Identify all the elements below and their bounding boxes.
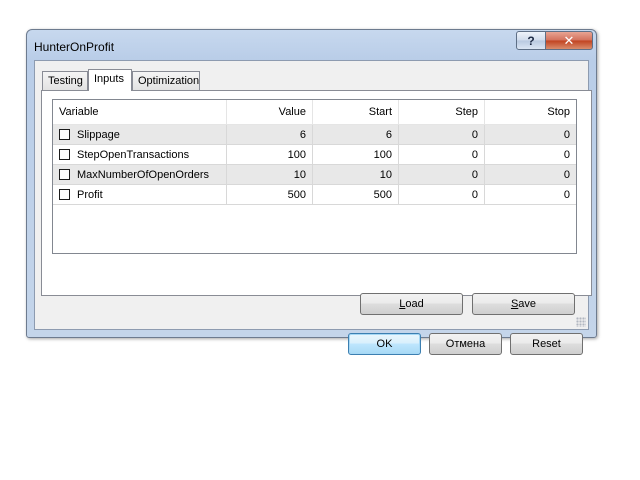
load-label: oad <box>405 298 424 310</box>
step-cell[interactable]: 0 <box>399 145 485 164</box>
table-row[interactable]: MaxNumberOfOpenOrders 10 10 0 0 <box>53 165 576 185</box>
dialog-client-area: Testing Inputs Optimization Variable Val… <box>34 60 592 355</box>
step-cell[interactable]: 0 <box>399 165 485 184</box>
help-button[interactable]: ? <box>516 31 546 50</box>
table-row[interactable]: StepOpenTransactions 100 100 0 0 <box>53 145 576 165</box>
column-header-step[interactable]: Step <box>399 100 485 124</box>
optimize-checkbox[interactable] <box>59 129 70 140</box>
cancel-button[interactable]: Отмена <box>429 333 502 355</box>
grid-header: Variable Value Start Step Stop <box>53 100 576 125</box>
start-cell[interactable]: 6 <box>313 125 399 144</box>
variable-cell: Profit <box>53 185 227 204</box>
stop-cell[interactable]: 0 <box>485 145 576 164</box>
value-cell[interactable]: 10 <box>227 165 313 184</box>
variable-name: Profit <box>77 188 103 201</box>
start-cell[interactable]: 100 <box>313 145 399 164</box>
resize-grip-icon[interactable] <box>576 317 586 327</box>
help-icon: ? <box>527 33 535 48</box>
window-title: HunterOnProfit <box>34 40 115 54</box>
variable-name: StepOpenTransactions <box>77 148 190 161</box>
load-button[interactable]: Load <box>360 293 463 315</box>
column-header-stop[interactable]: Stop <box>485 100 576 124</box>
table-row[interactable]: Slippage 6 6 0 0 <box>53 125 576 145</box>
inputs-grid: Variable Value Start Step Stop Slippage … <box>52 99 577 254</box>
table-row[interactable]: Profit 500 500 0 0 <box>53 185 576 205</box>
inputs-tab-panel: Variable Value Start Step Stop Slippage … <box>41 90 592 296</box>
optimize-checkbox[interactable] <box>59 189 70 200</box>
tab-optimization[interactable]: Optimization <box>132 71 200 90</box>
start-cell[interactable]: 500 <box>313 185 399 204</box>
value-cell[interactable]: 6 <box>227 125 313 144</box>
close-icon: ✕ <box>563 32 575 48</box>
save-button[interactable]: Save <box>472 293 575 315</box>
column-header-variable[interactable]: Variable <box>53 100 227 124</box>
variable-cell: MaxNumberOfOpenOrders <box>53 165 227 184</box>
column-header-start[interactable]: Start <box>313 100 399 124</box>
save-label: ave <box>518 298 537 310</box>
variable-cell: Slippage <box>53 125 227 144</box>
stop-cell[interactable]: 0 <box>485 165 576 184</box>
start-cell[interactable]: 10 <box>313 165 399 184</box>
optimize-checkbox[interactable] <box>59 149 70 160</box>
ok-button[interactable]: OK <box>348 333 421 355</box>
title-bar[interactable]: HunterOnProfit ? ✕ <box>27 30 596 58</box>
close-button[interactable]: ✕ <box>545 31 593 50</box>
variable-name: Slippage <box>77 128 120 141</box>
value-cell[interactable]: 100 <box>227 145 313 164</box>
column-header-value[interactable]: Value <box>227 100 313 124</box>
grid-body: Slippage 6 6 0 0 StepOpenTransactions 10… <box>53 125 576 205</box>
reset-button[interactable]: Reset <box>510 333 583 355</box>
step-cell[interactable]: 0 <box>399 125 485 144</box>
tab-inputs[interactable]: Inputs <box>88 69 132 91</box>
step-cell[interactable]: 0 <box>399 185 485 204</box>
tab-testing[interactable]: Testing <box>42 71 88 90</box>
save-mnemonic: S <box>510 298 519 310</box>
variable-cell: StepOpenTransactions <box>53 145 227 164</box>
optimize-checkbox[interactable] <box>59 169 70 180</box>
variable-name: MaxNumberOfOpenOrders <box>77 168 210 181</box>
dialog-window: HunterOnProfit ? ✕ Testing Inputs Optimi… <box>26 29 597 355</box>
stop-cell[interactable]: 0 <box>485 125 576 144</box>
stop-cell[interactable]: 0 <box>485 185 576 204</box>
value-cell[interactable]: 500 <box>227 185 313 204</box>
